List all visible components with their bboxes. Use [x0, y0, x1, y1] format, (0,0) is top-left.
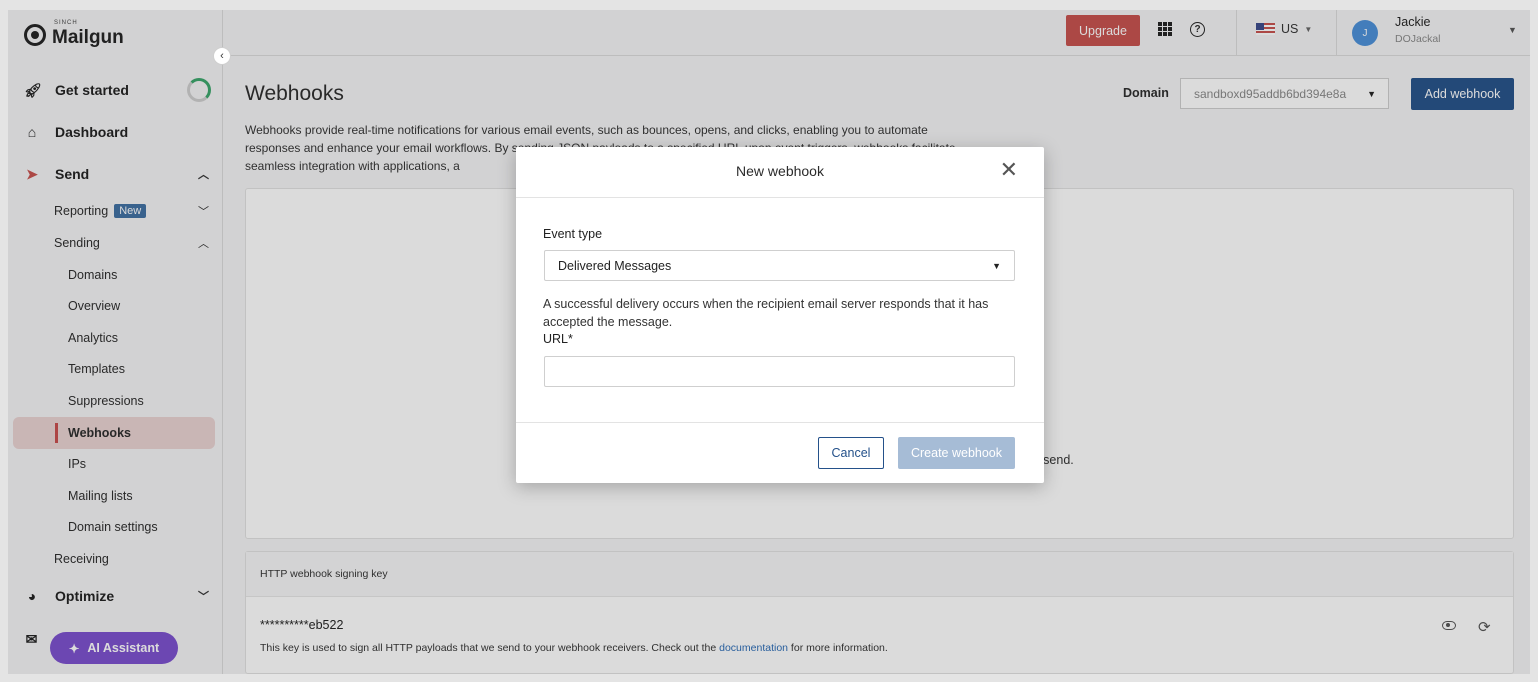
modal-title: New webhook [736, 163, 824, 179]
close-icon[interactable]: ✕ [1000, 159, 1018, 181]
event-type-value: Delivered Messages [558, 258, 672, 273]
caret-down-icon: ▼ [992, 260, 1001, 271]
modal-divider [516, 197, 1044, 198]
collapse-sidebar-button[interactable]: ‹ [213, 47, 231, 65]
event-type-help: A successful delivery occurs when the re… [543, 297, 989, 329]
url-input[interactable] [544, 356, 1015, 387]
app-window: SINCH Mailgun 🚀︎ Get started ⌂ Dashboard… [8, 10, 1530, 674]
create-webhook-button[interactable]: Create webhook [898, 437, 1015, 469]
event-type-select[interactable]: Delivered Messages ▼ [544, 250, 1015, 281]
url-label: URL* [543, 332, 573, 346]
new-webhook-modal: New webhook ✕ Event type Delivered Messa… [516, 147, 1044, 483]
event-type-label: Event type [543, 227, 603, 241]
cancel-button[interactable]: Cancel [818, 437, 884, 469]
modal-divider [516, 422, 1044, 423]
